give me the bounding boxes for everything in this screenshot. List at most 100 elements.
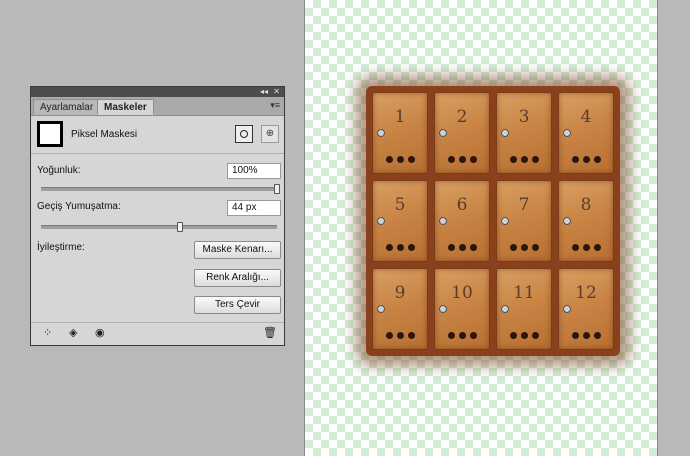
eye-icon[interactable]: ◉ <box>95 327 105 339</box>
vent-hole <box>520 244 528 251</box>
vent-holes <box>435 156 489 163</box>
vent-hole <box>407 156 415 163</box>
vent-holes <box>373 156 427 163</box>
tab-masks[interactable]: Maskeler <box>97 99 154 115</box>
vent-hole <box>458 156 466 163</box>
vent-hole <box>531 332 539 339</box>
screw-icon <box>563 305 571 313</box>
vent-hole <box>593 156 601 163</box>
screw-icon <box>501 305 509 313</box>
mask-thumbnail <box>37 121 63 147</box>
vent-hole <box>458 244 466 251</box>
vector-mask-button[interactable]: ⊕ <box>261 125 279 143</box>
refine-label: İyileştirme: <box>37 242 85 253</box>
mailbox-number: 8 <box>580 195 592 215</box>
mailbox-number: 6 <box>456 195 468 215</box>
mask-edge-button[interactable]: Maske Kenarı... <box>194 241 281 259</box>
vent-hole <box>447 332 455 339</box>
mailbox-door: 9 <box>372 268 428 350</box>
mailbox-door: 5 <box>372 180 428 262</box>
masks-panel: ◂◂ ✕ Ayarlamalar Maskeler ▾≡ Piksel Mask… <box>30 86 285 346</box>
mailbox-number: 2 <box>456 107 468 127</box>
mailbox-number: 4 <box>580 107 592 127</box>
close-icon[interactable]: ✕ <box>273 87 280 97</box>
mailbox-number: 5 <box>394 195 406 215</box>
panel-titlebar[interactable]: ◂◂ ✕ <box>31 87 284 97</box>
mailbox-number: 7 <box>518 195 530 215</box>
panel-tabs: Ayarlamalar Maskeler ▾≡ <box>31 97 284 116</box>
vent-hole <box>385 244 393 251</box>
pixel-mask-button[interactable] <box>235 125 253 143</box>
vent-holes <box>497 244 551 251</box>
mask-type-label: Piksel Maskesi <box>71 129 138 140</box>
feather-input[interactable]: 44 px <box>227 200 281 216</box>
screw-icon <box>501 129 509 137</box>
feather-slider[interactable] <box>41 222 277 232</box>
vent-holes <box>559 332 613 339</box>
vent-holes <box>435 332 489 339</box>
vent-holes <box>435 244 489 251</box>
vent-hole <box>396 244 404 251</box>
screw-icon <box>563 217 571 225</box>
workspace-margin <box>658 0 690 456</box>
vent-holes <box>373 332 427 339</box>
invert-button[interactable]: Ters Çevir <box>194 296 281 314</box>
mailbox-door: 6 <box>434 180 490 262</box>
vent-hole <box>531 156 539 163</box>
screw-icon <box>377 129 385 137</box>
vent-hole <box>385 156 393 163</box>
vent-holes <box>559 156 613 163</box>
vent-hole <box>582 332 590 339</box>
mailbox-door: 2 <box>434 92 490 174</box>
vent-hole <box>582 244 590 251</box>
vent-holes <box>559 244 613 251</box>
tab-adjustments[interactable]: Ayarlamalar <box>33 99 101 115</box>
apply-mask-icon[interactable]: ◈ <box>69 327 77 339</box>
vent-holes <box>497 156 551 163</box>
vent-hole <box>571 244 579 251</box>
mailbox-number: 1 <box>394 107 406 127</box>
density-input[interactable]: 100% <box>227 163 281 179</box>
mailbox-door: 8 <box>558 180 614 262</box>
vent-hole <box>458 332 466 339</box>
panel-menu-icon[interactable]: ▾≡ <box>270 100 280 111</box>
feather-slider-thumb[interactable] <box>177 222 184 232</box>
mailbox-number: 9 <box>394 283 406 303</box>
screw-icon <box>501 217 509 225</box>
load-selection-icon[interactable]: ⁘ <box>43 327 52 339</box>
density-label: Yoğunluk: <box>37 165 81 176</box>
collapse-icon[interactable]: ◂◂ <box>260 87 268 97</box>
vent-holes <box>497 332 551 339</box>
feather-label: Geçiş Yumuşatma: <box>37 201 121 212</box>
mailbox-door: 7 <box>496 180 552 262</box>
vent-hole <box>396 156 404 163</box>
panel-footer: ⁘ ◈ ◉ 🗑 <box>31 322 284 345</box>
mailbox-photo: 1 2 3 4 5 6 7 8 9 10 11 12 <box>366 86 620 356</box>
vent-hole <box>509 156 517 163</box>
vent-hole <box>469 332 477 339</box>
mailbox-number: 10 <box>451 283 473 303</box>
screw-icon <box>563 129 571 137</box>
mailbox-door: 11 <box>496 268 552 350</box>
mailbox-number: 12 <box>575 283 597 303</box>
mailbox-door: 3 <box>496 92 552 174</box>
vent-hole <box>520 156 528 163</box>
screw-icon <box>377 217 385 225</box>
vent-hole <box>509 332 517 339</box>
color-range-button[interactable]: Renk Aralığı... <box>194 269 281 287</box>
vent-hole <box>469 156 477 163</box>
vent-hole <box>571 332 579 339</box>
trash-icon[interactable]: 🗑 <box>263 327 277 339</box>
vent-hole <box>520 332 528 339</box>
vent-hole <box>447 244 455 251</box>
vent-hole <box>593 332 601 339</box>
density-slider-thumb[interactable] <box>274 184 280 194</box>
vent-holes <box>373 244 427 251</box>
mailbox-number: 11 <box>513 283 535 303</box>
screw-icon <box>439 129 447 137</box>
vent-hole <box>396 332 404 339</box>
screw-icon <box>377 305 385 313</box>
mailbox-door: 1 <box>372 92 428 174</box>
density-slider[interactable] <box>41 184 280 194</box>
vent-hole <box>385 332 393 339</box>
